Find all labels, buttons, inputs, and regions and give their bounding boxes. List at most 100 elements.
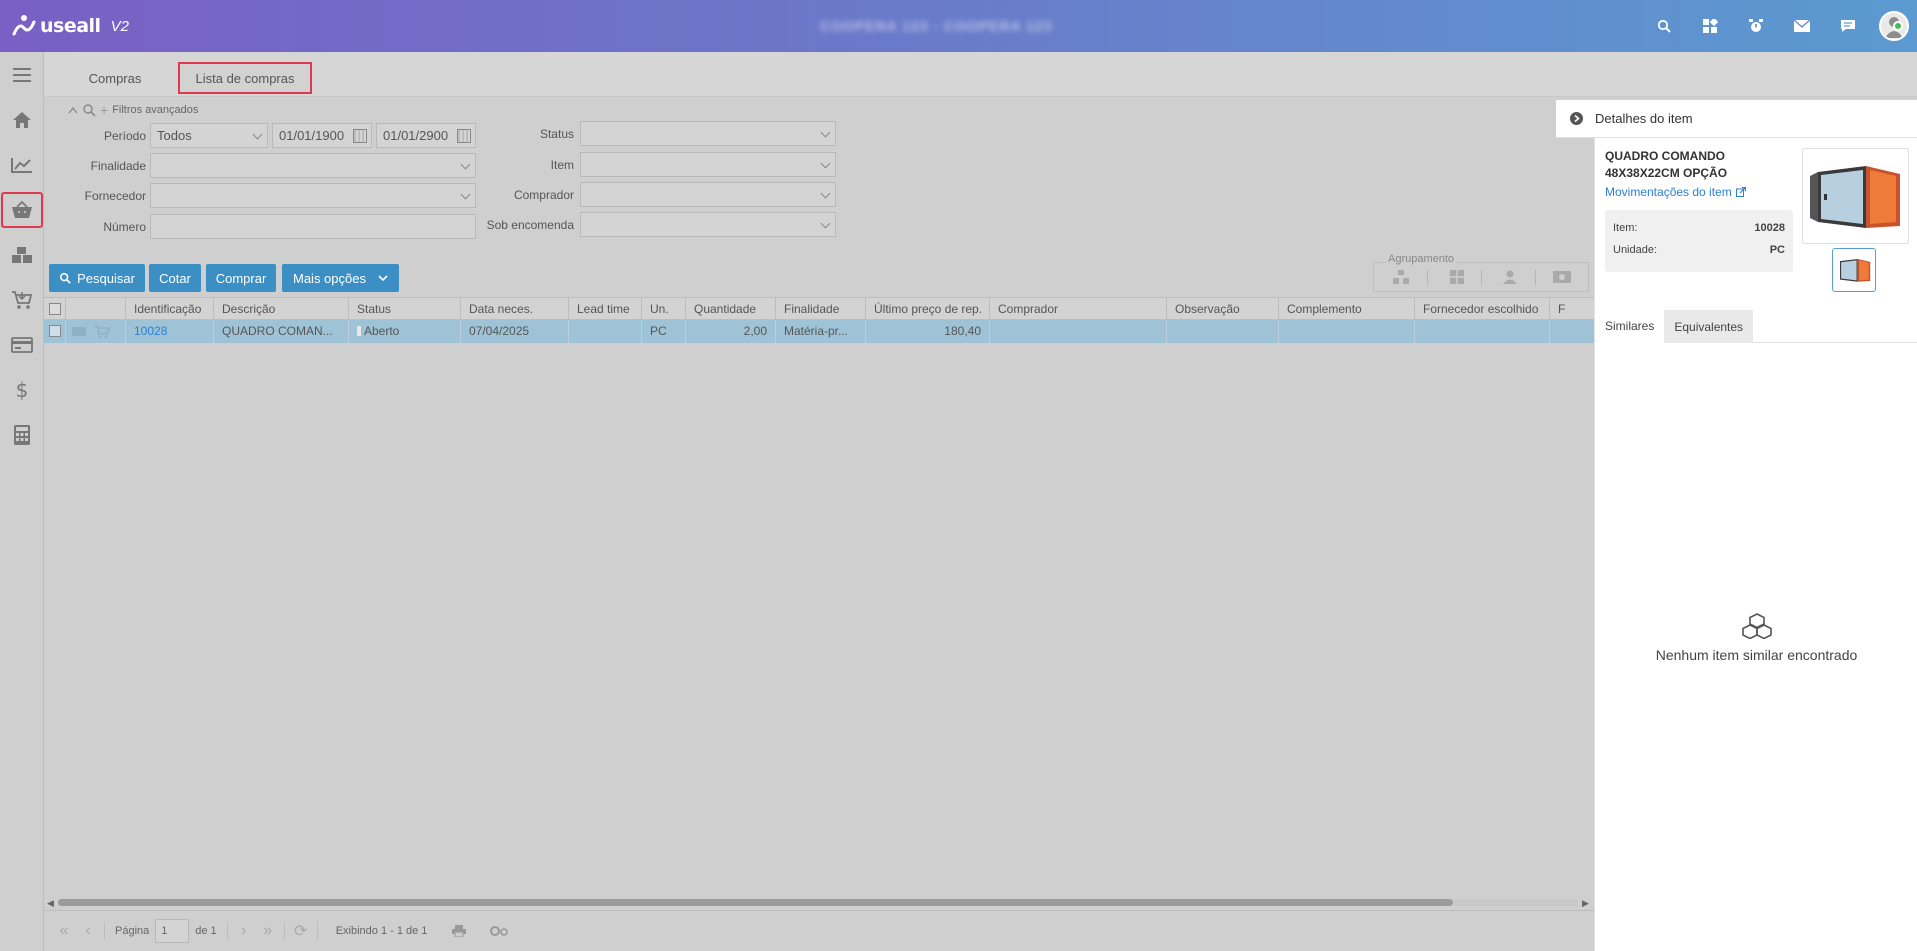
advanced-filters-toggle[interactable]: + Filtros avançados (68, 102, 198, 118)
menu-icon[interactable] (0, 52, 44, 97)
page-label: Página (115, 925, 150, 937)
module-tabs: Compras Lista de compras (44, 52, 1917, 97)
basket-icon[interactable] (1, 192, 43, 228)
date-from-field[interactable]: 01/01/1900 (272, 123, 372, 148)
col-lead-time[interactable]: Lead time (569, 298, 642, 320)
first-page-icon[interactable]: « (52, 921, 76, 941)
chart-icon[interactable] (0, 142, 44, 187)
group-by-money-icon[interactable] (1553, 270, 1571, 284)
last-page-icon[interactable]: » (256, 921, 280, 941)
comprar-label: Comprar (215, 270, 267, 286)
details-panel: QUADRO COMANDO 48X38X22CM OPÇÃO Moviment… (1594, 138, 1917, 951)
app-logo[interactable]: useall V2 (12, 14, 129, 38)
cell-fornecedor-escolhido (1415, 320, 1550, 343)
info-item-value: 10028 (1754, 222, 1785, 234)
horizontal-scrollbar[interactable]: ◀ ▶ (44, 896, 1594, 908)
dollar-icon[interactable]: $ (0, 367, 44, 412)
calendar-icon[interactable] (353, 129, 367, 143)
row-checkbox[interactable] (44, 320, 66, 343)
chevron-down-icon (820, 127, 831, 138)
scroll-right-icon[interactable]: ▶ (1582, 898, 1589, 909)
online-status-dot (1893, 21, 1903, 31)
calculator-icon[interactable] (0, 412, 44, 457)
date-to-field[interactable]: 01/01/2900 (376, 123, 476, 148)
external-link-icon (1735, 187, 1746, 197)
next-page-icon[interactable]: › (232, 921, 256, 941)
cotar-button[interactable]: Cotar (149, 264, 201, 292)
item-movements-link[interactable]: Movimentações do item (1605, 185, 1746, 199)
tab-compras[interactable]: Compras (74, 62, 156, 94)
cart-icon[interactable] (94, 325, 110, 339)
search-icon[interactable] (1641, 0, 1687, 52)
group-by-table-icon[interactable] (1448, 270, 1466, 284)
col-more[interactable]: F (1550, 298, 1594, 320)
col-status[interactable]: Status (349, 298, 461, 320)
sob-encomenda-label: Sob encomenda (486, 218, 574, 232)
col-fornecedor-escolhido[interactable]: Fornecedor escolhido (1415, 298, 1550, 320)
sidebar: $ (0, 52, 44, 951)
divider (316, 922, 318, 940)
date-to-value: 01/01/2900 (383, 128, 449, 143)
table-row[interactable]: 10028 QUADRO COMAN... Aberto 07/04/2025 … (44, 320, 1594, 343)
page-input[interactable]: 1 (155, 919, 190, 943)
logo-text: useall (40, 15, 101, 37)
group-by-person-icon[interactable] (1501, 270, 1519, 284)
boxes-icon[interactable] (0, 232, 44, 277)
details-panel-header[interactable]: Detalhes do item (1556, 100, 1917, 138)
collapse-panel-icon[interactable] (1570, 112, 1583, 125)
col-comprador[interactable]: Comprador (990, 298, 1167, 320)
col-data-neces[interactable]: Data neces. (461, 298, 569, 320)
comprador-select[interactable] (580, 182, 836, 207)
col-finalidade[interactable]: Finalidade (776, 298, 866, 320)
mais-opcoes-button[interactable]: Mais opções (282, 264, 399, 292)
card-icon[interactable] (0, 322, 44, 367)
tab-lista-de-compras[interactable]: Lista de compras (178, 62, 312, 94)
cell-complemento (1279, 320, 1415, 343)
divider (1481, 270, 1482, 285)
col-identificacao[interactable]: Identificação (126, 298, 214, 320)
periodo-select[interactable]: Todos (150, 123, 268, 148)
scroll-left-icon[interactable]: ◀ (47, 898, 54, 909)
alarm-icon[interactable] (1733, 0, 1779, 52)
divider (1427, 270, 1428, 285)
home-icon[interactable] (0, 97, 44, 142)
status-select[interactable] (580, 121, 836, 146)
chat-icon[interactable] (1825, 0, 1871, 52)
scroll-thumb[interactable] (58, 899, 1453, 906)
cell-data-neces: 07/04/2025 (461, 320, 569, 343)
col-ultimo-preco[interactable]: Último preço de rep. (866, 298, 990, 320)
quote-icon[interactable] (72, 327, 86, 336)
print-icon[interactable] (447, 921, 471, 941)
mais-opcoes-label: Mais opções (293, 270, 366, 286)
item-image-thumbnail[interactable] (1832, 248, 1876, 292)
prev-page-icon[interactable]: ‹ (76, 921, 100, 941)
item-select[interactable] (580, 152, 836, 177)
refresh-icon[interactable]: ⟳ (289, 921, 313, 941)
finalidade-select[interactable] (150, 153, 476, 178)
settings-icon[interactable] (487, 921, 511, 941)
actions-column-header (66, 298, 126, 320)
col-complemento[interactable]: Complemento (1279, 298, 1415, 320)
tab-equivalentes[interactable]: Equivalentes (1664, 310, 1754, 343)
select-all-checkbox[interactable] (44, 298, 66, 320)
fornecedor-select[interactable] (150, 183, 476, 208)
mail-icon[interactable] (1779, 0, 1825, 52)
tab-similares[interactable]: Similares (1595, 310, 1665, 343)
cart-icon[interactable] (0, 277, 44, 322)
col-un[interactable]: Un. (642, 298, 686, 320)
col-descricao[interactable]: Descrição (214, 298, 349, 320)
comprar-button[interactable]: Comprar (206, 264, 276, 292)
item-image[interactable] (1802, 148, 1909, 244)
apps-icon[interactable] (1687, 0, 1733, 52)
cell-identificacao[interactable]: 10028 (126, 320, 214, 343)
cell-status: Aberto (349, 320, 461, 343)
sob-encomenda-select[interactable] (580, 212, 836, 237)
pesquisar-button[interactable]: Pesquisar (49, 264, 145, 292)
group-by-category-icon[interactable] (1392, 270, 1410, 284)
numero-input[interactable] (150, 214, 476, 239)
col-observacao[interactable]: Observação (1167, 298, 1279, 320)
user-avatar[interactable] (1879, 11, 1909, 41)
chevron-down-icon (252, 129, 263, 140)
finalidade-label: Finalidade (90, 159, 146, 173)
col-quantidade[interactable]: Quantidade (686, 298, 776, 320)
